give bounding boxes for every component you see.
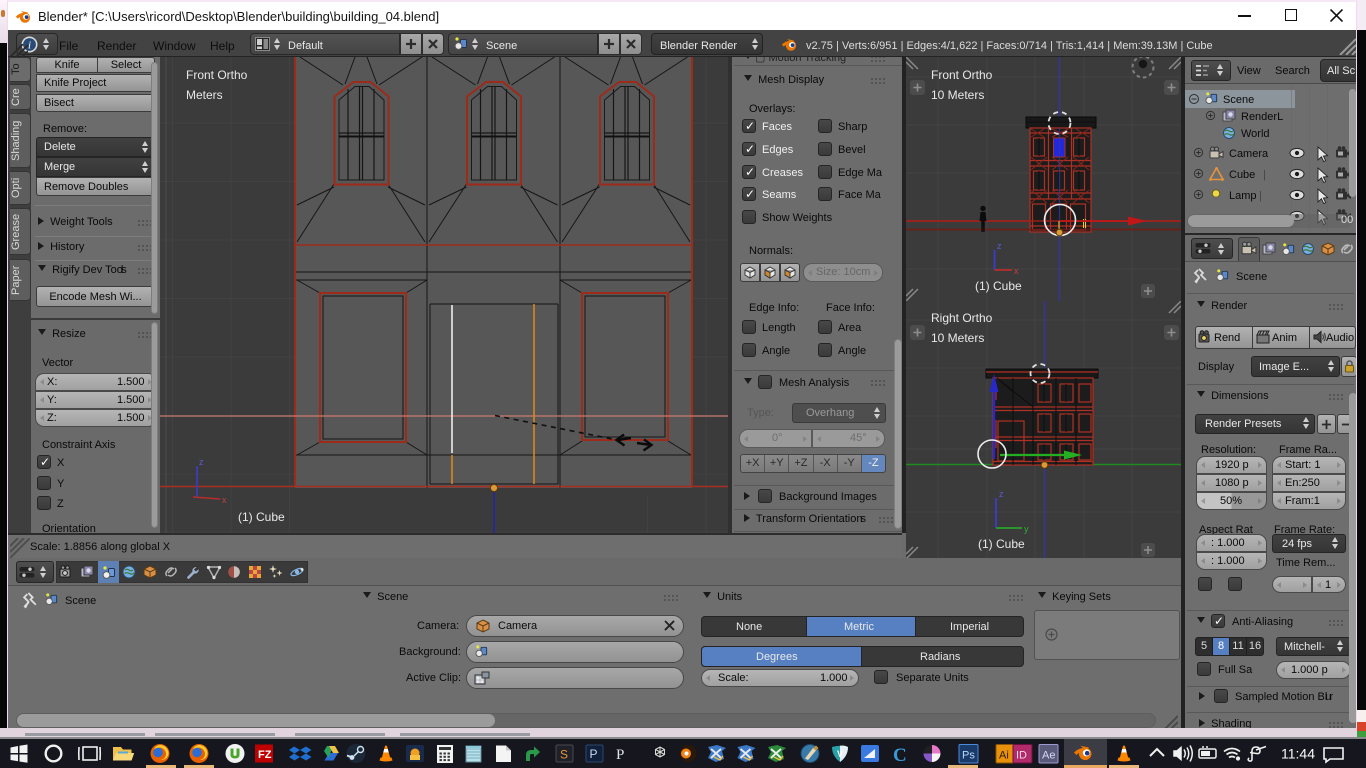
svg-text:11:44: 11:44: [1281, 746, 1315, 762]
svg-text:(1) Cube: (1) Cube: [238, 510, 285, 524]
svg-text:z: z: [999, 489, 1004, 499]
svg-text:V: V: [837, 749, 843, 759]
svg-text:(1) Cube: (1) Cube: [975, 279, 1022, 293]
svg-text:P: P: [590, 747, 598, 761]
svg-text:Front Ortho: Front Ortho: [186, 68, 248, 82]
svg-text:10 Meters: 10 Meters: [931, 88, 984, 102]
svg-text:P: P: [616, 747, 624, 763]
svg-text:C: C: [893, 745, 907, 766]
svg-text:Ps: Ps: [962, 750, 975, 762]
svg-text:S: S: [560, 748, 568, 762]
svg-text:z: z: [997, 241, 1002, 251]
svg-text:FZ: FZ: [258, 749, 272, 761]
svg-text:10 Meters: 10 Meters: [931, 331, 984, 345]
svg-text:Ai: Ai: [999, 750, 1009, 762]
svg-text:y: y: [1024, 524, 1029, 534]
svg-text:x: x: [222, 495, 227, 505]
svg-text:Ae: Ae: [1042, 750, 1055, 762]
svg-text:z: z: [199, 457, 204, 467]
svg-text:Meters: Meters: [186, 88, 223, 102]
svg-text:Front Ortho: Front Ortho: [931, 68, 993, 82]
svg-text:x: x: [1014, 266, 1019, 276]
svg-text:(1) Cube: (1) Cube: [978, 537, 1025, 551]
svg-text:ID: ID: [1016, 750, 1027, 762]
svg-text:Right Ortho: Right Ortho: [931, 311, 993, 325]
